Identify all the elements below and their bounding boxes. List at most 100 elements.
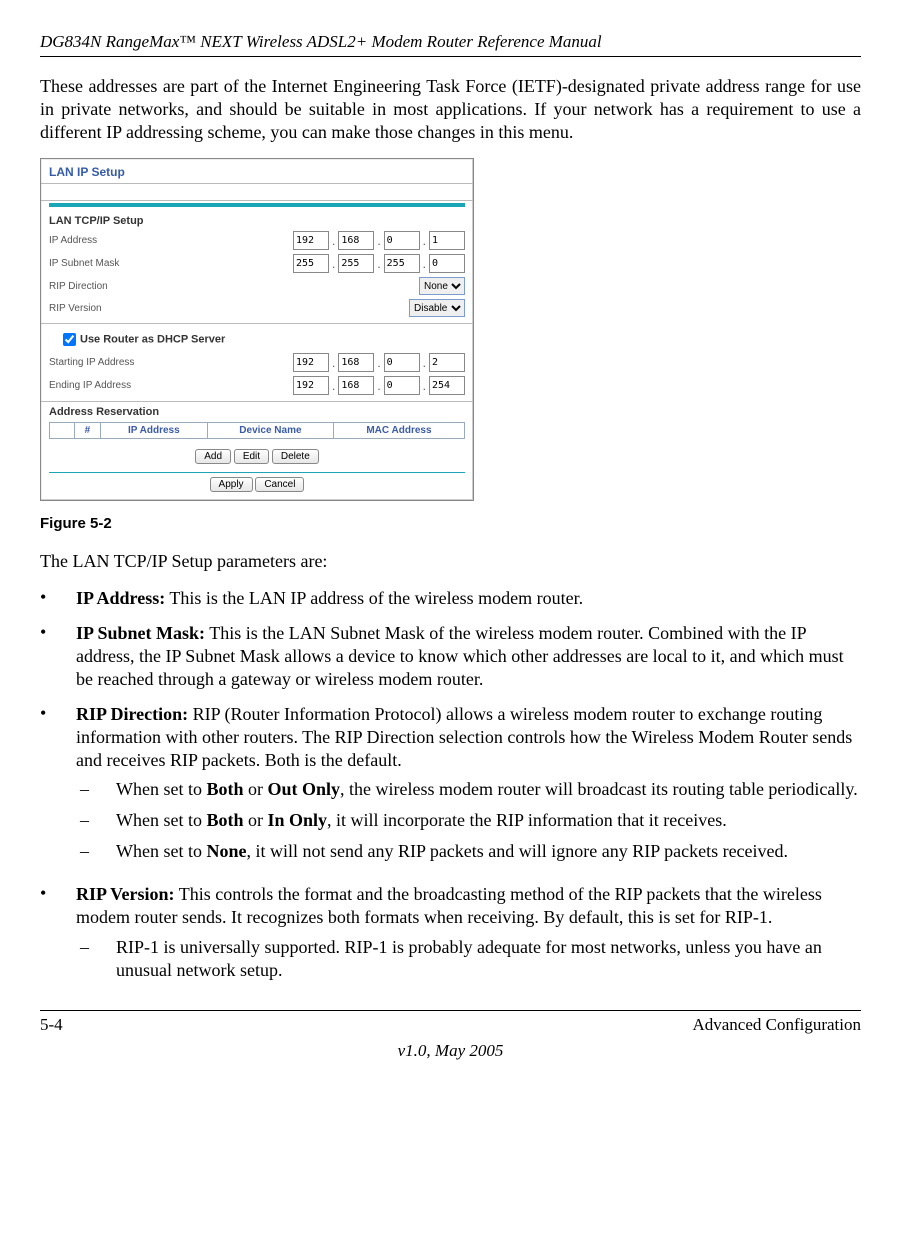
dhcp-label: Use Router as DHCP Server (80, 334, 225, 346)
rip-ver-sublist: – RIP-1 is universally supported. RIP-1 … (76, 936, 861, 982)
b: Both (206, 810, 243, 830)
ip-octet-2[interactable] (338, 231, 374, 250)
rip-direction-select[interactable]: None (419, 277, 465, 295)
apply-button[interactable]: Apply (210, 477, 253, 492)
edit-button[interactable]: Edit (234, 449, 269, 464)
dash-icon: – (76, 840, 116, 863)
row-end-ip: Ending IP Address . . . (41, 374, 473, 401)
subnet-octet-3[interactable] (384, 254, 420, 273)
end-ip-2[interactable] (338, 376, 374, 395)
item-rip-version: • RIP Version: This controls the format … (40, 883, 861, 989)
params-list: • IP Address: This is the LAN IP address… (40, 587, 861, 989)
col-ip: IP Address (100, 423, 207, 439)
subnet-octet-4[interactable] (429, 254, 465, 273)
dot-icon: . (422, 356, 427, 370)
row-rip-version: RIP Version Disable (41, 297, 473, 323)
reservation-buttons: Add Edit Delete (41, 445, 473, 472)
end-ip-4[interactable] (429, 376, 465, 395)
row-ip-address: IP Address . . . (41, 229, 473, 252)
rip-version-label: RIP Version (49, 303, 409, 314)
section-name: Advanced Configuration (692, 1015, 861, 1035)
row-start-ip: Starting IP Address . . . (41, 351, 473, 374)
ip-octet-3[interactable] (384, 231, 420, 250)
row-rip-direction: RIP Direction None (41, 275, 473, 297)
dash-icon: – (76, 936, 116, 982)
t: When set to (116, 841, 206, 861)
dot-icon: . (422, 379, 427, 393)
t: When set to (116, 810, 206, 830)
page-number: 5-4 (40, 1015, 63, 1035)
end-ip-3[interactable] (384, 376, 420, 395)
sub-text: RIP-1 is universally supported. RIP-1 is… (116, 936, 861, 982)
t: or (244, 810, 268, 830)
dhcp-checkbox[interactable] (63, 333, 76, 346)
dash-icon: – (76, 809, 116, 832)
item-ip-address: • IP Address: This is the LAN IP address… (40, 587, 861, 610)
end-ip-1[interactable] (293, 376, 329, 395)
dash-icon: – (76, 778, 116, 801)
item-label: RIP Version: (76, 884, 175, 904)
dot-icon: . (376, 356, 381, 370)
add-button[interactable]: Add (195, 449, 231, 464)
item-label: IP Subnet Mask: (76, 623, 205, 643)
sub-both-out: – When set to Both or Out Only, the wire… (76, 778, 861, 801)
b: In Only (268, 810, 328, 830)
dot-icon: . (331, 356, 336, 370)
panel-blank-strip (41, 183, 473, 201)
item-subnet: • IP Subnet Mask: This is the LAN Subnet… (40, 622, 861, 691)
col-num: # (75, 423, 101, 439)
t: When set to (116, 779, 206, 799)
intro-paragraph: These addresses are part of the Internet… (40, 75, 861, 144)
panel-title: LAN IP Setup (41, 159, 473, 183)
col-radio (50, 423, 75, 439)
t: or (244, 779, 268, 799)
row-subnet-mask: IP Subnet Mask . . . (41, 252, 473, 275)
item-text: This is the LAN IP address of the wirele… (165, 588, 583, 608)
b: Out Only (268, 779, 341, 799)
reservation-heading: Address Reservation (41, 401, 473, 420)
item-text: This controls the format and the broadca… (76, 884, 822, 927)
sub-both-in: – When set to Both or In Only, it will i… (76, 809, 861, 832)
tcpip-heading: LAN TCP/IP Setup (41, 211, 473, 229)
footer-version: v1.0, May 2005 (40, 1041, 861, 1061)
start-ip-2[interactable] (338, 353, 374, 372)
footer-row: 5-4 Advanced Configuration (40, 1015, 861, 1035)
dot-icon: . (331, 234, 336, 248)
ip-octet-4[interactable] (429, 231, 465, 250)
start-ip-1[interactable] (293, 353, 329, 372)
rip-direction-label: RIP Direction (49, 281, 419, 292)
cancel-button[interactable]: Cancel (255, 477, 304, 492)
dot-icon: . (422, 234, 427, 248)
subnet-octet-2[interactable] (338, 254, 374, 273)
header-rule (40, 56, 861, 57)
figure-caption: Figure 5-2 (40, 515, 861, 532)
reservation-table: # IP Address Device Name MAC Address (49, 422, 465, 439)
bullet-icon: • (40, 622, 76, 691)
t: , the wireless modem router will broadca… (340, 779, 858, 799)
delete-button[interactable]: Delete (272, 449, 319, 464)
dot-icon: . (331, 379, 336, 393)
dhcp-checkbox-row: Use Router as DHCP Server (41, 323, 473, 351)
dot-icon: . (376, 234, 381, 248)
ip-octet-1[interactable] (293, 231, 329, 250)
sub-none: – When set to None, it will not send any… (76, 840, 861, 863)
apply-cancel-row: Apply Cancel (41, 473, 473, 500)
bullet-icon: • (40, 703, 76, 871)
item-rip-direction: • RIP Direction: RIP (Router Information… (40, 703, 861, 871)
col-device: Device Name (207, 423, 333, 439)
rip-dir-sublist: – When set to Both or Out Only, the wire… (76, 778, 861, 863)
col-mac: MAC Address (333, 423, 464, 439)
dot-icon: . (331, 257, 336, 271)
rip-version-select[interactable]: Disable (409, 299, 465, 317)
item-label: RIP Direction: (76, 704, 188, 724)
subnet-label: IP Subnet Mask (49, 258, 293, 269)
bullet-icon: • (40, 587, 76, 610)
start-ip-label: Starting IP Address (49, 357, 293, 368)
doc-header-title: DG834N RangeMax™ NEXT Wireless ADSL2+ Mo… (40, 32, 861, 52)
start-ip-4[interactable] (429, 353, 465, 372)
teal-rule (49, 203, 465, 207)
start-ip-3[interactable] (384, 353, 420, 372)
subnet-octet-1[interactable] (293, 254, 329, 273)
t: , it will not send any RIP packets and w… (246, 841, 788, 861)
sub-rip1: – RIP-1 is universally supported. RIP-1 … (76, 936, 861, 982)
